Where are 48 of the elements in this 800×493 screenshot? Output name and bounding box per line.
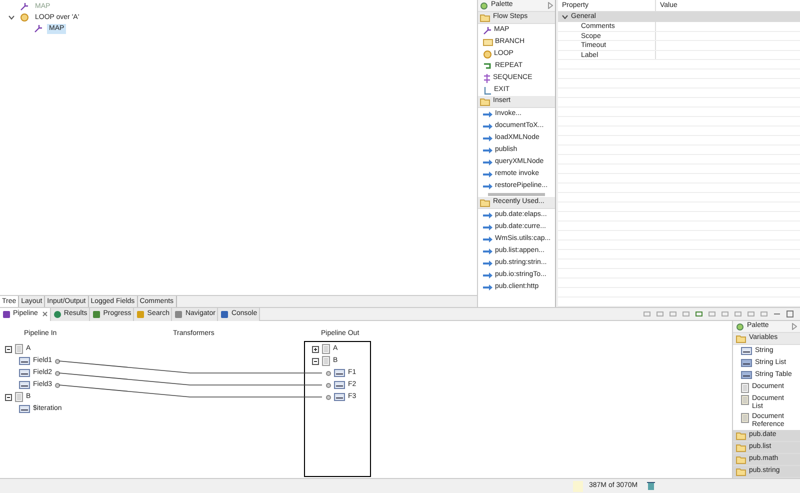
scrollbar[interactable]: [488, 193, 545, 196]
loop-circle-icon: [483, 50, 492, 58]
folder-icon: [480, 198, 490, 206]
triangle-right-icon[interactable]: [548, 2, 553, 9]
close-icon[interactable]: [42, 311, 48, 317]
console-view-icon: [220, 310, 230, 318]
results-view-icon: [52, 310, 62, 318]
document-icon: [15, 344, 23, 354]
string-field-icon: [741, 371, 752, 379]
document-icon: [322, 356, 330, 366]
string-field-icon: [19, 369, 30, 377]
sequence-icon: [483, 74, 491, 82]
document-icon: [741, 413, 749, 423]
chevron-icon[interactable]: [8, 15, 15, 20]
collapse-icon[interactable]: [5, 394, 12, 400]
maximize-icon[interactable]: [786, 310, 794, 318]
exit-icon: [483, 86, 492, 94]
mapping-line[interactable]: [58, 372, 322, 386]
trash-icon[interactable]: [647, 481, 655, 491]
string-field-icon: [19, 357, 30, 365]
string-field-icon: [334, 369, 345, 377]
mapping-line[interactable]: [58, 360, 322, 374]
collapse-icon[interactable]: [312, 358, 319, 364]
mapping-line[interactable]: [58, 384, 322, 398]
string-field-icon: [334, 393, 345, 401]
folder-icon: [480, 98, 490, 106]
document-icon: [322, 344, 330, 354]
string-field-icon: [741, 347, 752, 355]
triangle-right-icon[interactable]: [792, 323, 797, 330]
string-field-icon: [741, 359, 752, 367]
map-arrows-icon: [34, 24, 43, 33]
string-field-icon: [19, 405, 30, 413]
loop-circle-icon: [20, 13, 29, 22]
string-field-icon: [334, 381, 345, 389]
collapse-icon[interactable]: [5, 346, 12, 352]
document-icon: [15, 392, 23, 402]
document-icon: [741, 395, 749, 405]
map-arrows-icon: [483, 26, 492, 34]
chevron-icon[interactable]: [562, 15, 568, 19]
memory-bar: [573, 480, 583, 492]
string-field-icon: [19, 381, 30, 389]
navigator-view-icon: [174, 310, 184, 318]
pipeline-view-icon: [2, 310, 11, 318]
expand-icon[interactable]: [312, 346, 319, 352]
progress-view-icon: [92, 310, 102, 318]
search-view-icon: [136, 310, 146, 318]
document-icon: [741, 383, 749, 393]
map-arrows-icon: [20, 2, 29, 11]
